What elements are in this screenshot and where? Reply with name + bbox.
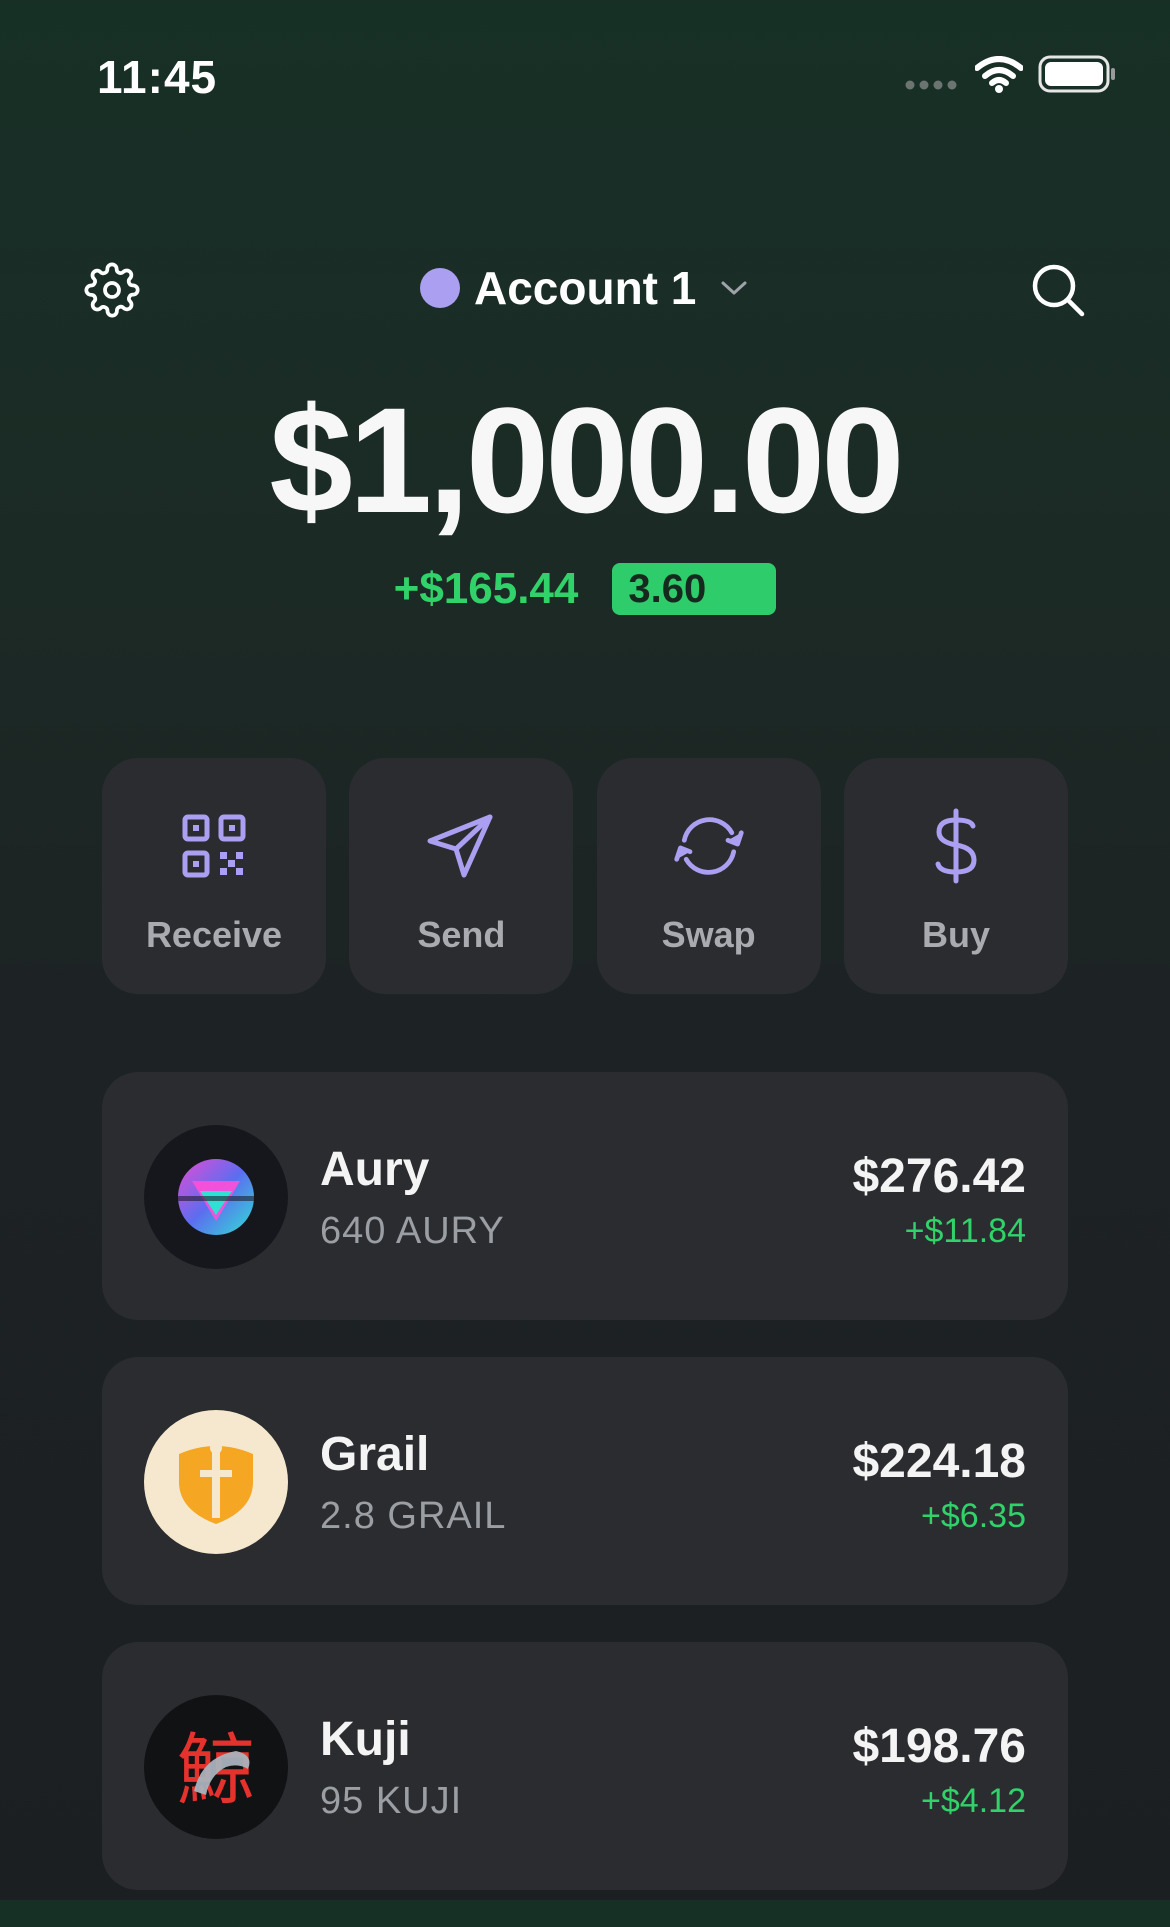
token-change: +$6.35 — [921, 1497, 1026, 1535]
account-avatar — [420, 268, 460, 308]
token-amount: 95 KUJI — [320, 1780, 463, 1822]
send-button[interactable]: Send — [349, 758, 574, 994]
token-row-kuji[interactable]: 鯨 Kuji 95 KUJI $198.76 +$4.12 — [102, 1642, 1068, 1890]
token-change: +$11.84 — [904, 1212, 1026, 1250]
buy-label: Buy — [921, 914, 990, 955]
status-time: 11:45 — [97, 51, 218, 103]
action-buttons: Receive Send Swap Buy — [102, 758, 1068, 994]
wifi-icon — [975, 56, 1023, 93]
aury-logo-icon — [144, 1125, 288, 1269]
token-value: $276.42 — [852, 1150, 1026, 1203]
dollar-icon — [935, 808, 977, 884]
receive-label: Receive — [145, 914, 283, 955]
chevron-down-icon — [721, 281, 747, 295]
search-icon — [1032, 264, 1085, 317]
account-name: Account 1 — [474, 262, 697, 314]
token-amount: 2.8 GRAIL — [320, 1495, 507, 1537]
account-selector[interactable]: Account 1 — [420, 258, 748, 318]
token-name: Aury — [320, 1143, 430, 1196]
token-amount: 640 AURY — [320, 1210, 505, 1252]
swap-icon — [673, 817, 744, 875]
swap-label: Swap — [661, 914, 756, 955]
kuji-logo-icon: 鯨 — [144, 1695, 288, 1839]
buy-button[interactable]: Buy — [843, 758, 1068, 994]
grail-logo-icon — [144, 1410, 288, 1554]
gear-icon — [84, 262, 140, 318]
balance-change-badge: 3.60 — [612, 563, 777, 615]
send-label: Send — [417, 914, 506, 955]
token-list: Aury 640 AURY $276.42 +$11.84 Grail 2.8 … — [102, 1072, 1068, 1927]
total-balance: $1,000.00 — [269, 376, 904, 544]
battery-icon — [1038, 55, 1115, 93]
token-value: $198.76 — [852, 1720, 1026, 1773]
send-icon — [427, 814, 493, 878]
search-button[interactable] — [1026, 258, 1090, 322]
settings-button[interactable] — [80, 258, 144, 322]
token-name: Kuji — [320, 1713, 411, 1766]
token-row-aury[interactable]: Aury 640 AURY $276.42 +$11.84 — [102, 1072, 1068, 1320]
swap-button[interactable]: Swap — [596, 758, 821, 994]
balance-change-value: +$165.44 — [393, 564, 579, 613]
qr-code-icon — [182, 814, 246, 878]
token-row-grail[interactable]: Grail 2.8 GRAIL $224.18 +$6.35 — [102, 1357, 1068, 1605]
token-name: Grail — [320, 1428, 430, 1481]
header: Account 1 — [0, 240, 1170, 330]
status-bar: 11:45 — [0, 0, 1170, 150]
receive-button[interactable]: Receive — [102, 758, 326, 994]
token-change: +$4.12 — [921, 1782, 1026, 1820]
balance-change-row: +$165.44 3.60 — [0, 563, 1170, 615]
token-value: $224.18 — [852, 1435, 1026, 1488]
cellular-signal-icon — [905, 80, 957, 90]
